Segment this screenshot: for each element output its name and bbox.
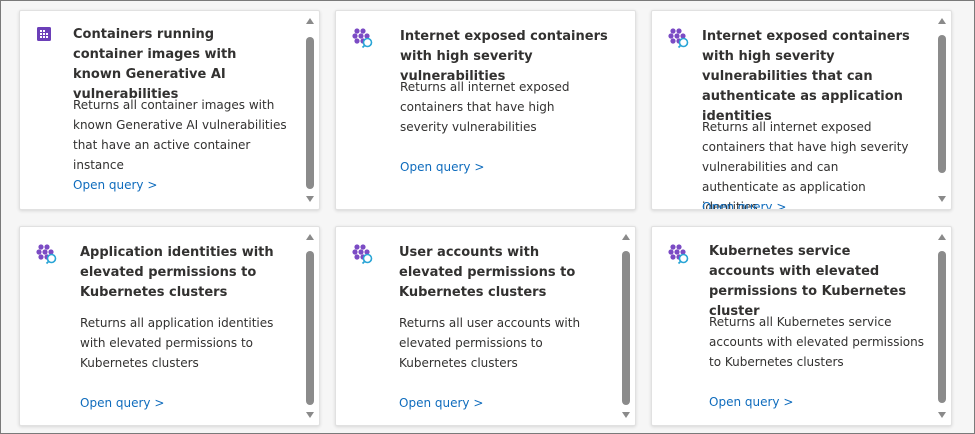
open-query-link[interactable]: Open query >: [702, 197, 786, 209]
scroll-down-arrow-icon[interactable]: [306, 196, 314, 202]
open-query-link[interactable]: Open query >: [709, 392, 793, 412]
card-description: Returns all user accounts with elevated …: [399, 316, 581, 370]
open-query-link[interactable]: Open query >: [399, 393, 483, 413]
card-description: Returns all Kubernetes service accounts …: [709, 315, 925, 369]
scroll-thumb[interactable]: [306, 37, 314, 189]
card-scrollbar[interactable]: [305, 15, 317, 205]
scroll-up-arrow-icon[interactable]: [306, 18, 314, 24]
card-title: Kubernetes service accounts with elevate…: [709, 244, 907, 319]
card-title: Internet exposed containers with high se…: [702, 29, 910, 124]
card-scrollbar[interactable]: [937, 231, 949, 421]
query-card[interactable]: User accounts with elevated permissions …: [335, 226, 636, 426]
card-description: Returns all container images with known …: [73, 98, 287, 172]
card-description: Returns all application identities with …: [80, 316, 274, 370]
card-scrollbar[interactable]: [937, 15, 949, 205]
scroll-down-arrow-icon[interactable]: [306, 412, 314, 418]
card-title: User accounts with elevated permissions …: [399, 245, 576, 300]
card-description: Returns all internet exposed containers …: [400, 80, 570, 134]
containers-search-icon: [668, 244, 689, 265]
containers-search-icon: [36, 244, 57, 265]
grid-square-icon: [37, 27, 51, 41]
query-card[interactable]: Application identities with elevated per…: [19, 226, 320, 426]
card-title: Containers running container images with…: [73, 27, 237, 102]
query-card[interactable]: Internet exposed containers with high se…: [335, 10, 636, 210]
open-query-link[interactable]: Open query >: [400, 157, 484, 177]
containers-search-icon: [668, 28, 689, 49]
scroll-down-arrow-icon[interactable]: [622, 412, 630, 418]
scroll-up-arrow-icon[interactable]: [938, 234, 946, 240]
scroll-down-arrow-icon[interactable]: [938, 196, 946, 202]
card-scrollbar[interactable]: [621, 231, 633, 421]
query-card[interactable]: Containers running container images with…: [19, 10, 320, 210]
scroll-up-arrow-icon[interactable]: [622, 234, 630, 240]
query-card[interactable]: Internet exposed containers with high se…: [651, 10, 952, 210]
query-gallery: Containers running container images with…: [0, 0, 975, 434]
scroll-up-arrow-icon[interactable]: [938, 18, 946, 24]
card-title: Application identities with elevated per…: [80, 245, 274, 300]
containers-search-icon: [352, 244, 373, 265]
containers-search-icon: [352, 28, 373, 49]
open-query-link[interactable]: Open query >: [80, 393, 164, 413]
open-query-link[interactable]: Open query >: [73, 175, 157, 195]
scroll-thumb[interactable]: [938, 35, 946, 173]
card-scrollbar[interactable]: [305, 231, 317, 421]
scroll-up-arrow-icon[interactable]: [306, 234, 314, 240]
scroll-thumb[interactable]: [622, 251, 630, 405]
scroll-thumb[interactable]: [306, 251, 314, 405]
scroll-thumb[interactable]: [938, 251, 946, 403]
query-card[interactable]: Kubernetes service accounts with elevate…: [651, 226, 952, 426]
scroll-down-arrow-icon[interactable]: [938, 412, 946, 418]
